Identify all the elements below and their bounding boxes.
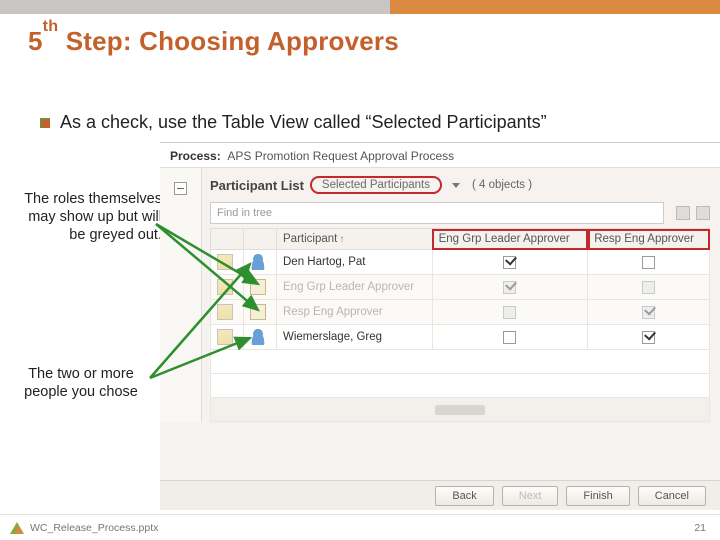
table-row: Den Hartog, Pat <box>211 250 710 275</box>
checkbox[interactable] <box>642 331 655 344</box>
footer-logo: WC_Release_Process.pptx <box>10 522 158 534</box>
participant-name: Den Hartog, Pat <box>277 250 433 275</box>
logo-icon <box>10 522 24 534</box>
filter-icon[interactable] <box>676 206 690 220</box>
checkbox[interactable] <box>503 256 516 269</box>
panel-title: Participant List <box>210 178 304 193</box>
panel-gutter <box>160 168 202 422</box>
person-icon <box>250 254 266 270</box>
footer-filename: WC_Release_Process.pptx <box>30 522 158 534</box>
chevron-down-icon[interactable] <box>452 183 460 188</box>
slide-title: 5th Step: Choosing Approvers <box>28 26 399 57</box>
table-row: Eng Grp Leader Approver <box>211 275 710 300</box>
participant-name: Eng Grp Leader Approver <box>277 275 433 300</box>
role-icon <box>250 279 266 295</box>
table-row: Wiemerslage, Greg <box>211 325 710 350</box>
bullet-line: As a check, use the Table View called “S… <box>40 112 547 133</box>
checkbox <box>642 281 655 294</box>
table-row: Resp Eng Approver <box>211 300 710 325</box>
page-number: 21 <box>694 522 706 534</box>
sort-asc-icon: ↑ <box>339 234 344 245</box>
role-icon <box>250 304 266 320</box>
object-count: ( 4 objects ) <box>472 179 532 191</box>
filter-icon[interactable] <box>696 206 710 220</box>
participant-name: Wiemerslage, Greg <box>277 325 433 350</box>
checkbox <box>503 306 516 319</box>
find-in-tree-input[interactable]: Find in tree <box>210 202 664 224</box>
checkbox[interactable] <box>503 331 516 344</box>
checkbox <box>503 281 516 294</box>
col-resp-eng[interactable]: Resp Eng Approver <box>588 229 710 250</box>
cancel-button[interactable]: Cancel <box>638 486 706 506</box>
table-row <box>211 374 710 398</box>
view-selector[interactable]: Selected Participants <box>310 176 442 194</box>
participant-name: Resp Eng Approver <box>277 300 433 325</box>
collapse-toggle-icon[interactable] <box>174 182 187 195</box>
row-type-icon <box>217 304 233 320</box>
table-row <box>211 350 710 374</box>
app-screenshot: Process: APS Promotion Request Approval … <box>160 142 720 480</box>
slide-footer: WC_Release_Process.pptx 21 <box>0 514 720 540</box>
horizontal-scrollbar <box>211 398 710 422</box>
row-type-icon <box>217 329 233 345</box>
checkbox <box>642 306 655 319</box>
wizard-buttons: Back Next Finish Cancel <box>160 480 720 510</box>
col-participant[interactable]: Participant↑ <box>277 229 433 250</box>
row-type-icon <box>217 279 233 295</box>
checkbox[interactable] <box>642 256 655 269</box>
annotation-roles-greyed: The roles themselves may show up but wil… <box>10 190 170 244</box>
annotation-people-chosen: The two or more people you chose <box>6 365 164 401</box>
person-icon <box>250 329 266 345</box>
next-button[interactable]: Next <box>502 486 559 506</box>
toolbar-icons <box>676 206 710 220</box>
back-button[interactable]: Back <box>435 486 493 506</box>
bullet-icon <box>40 118 50 128</box>
process-header: Process: APS Promotion Request Approval … <box>160 143 720 168</box>
participants-table: Participant↑ Eng Grp Leader Approver Res… <box>210 228 710 422</box>
slide-top-accent <box>0 0 720 14</box>
col-eng-grp-leader[interactable]: Eng Grp Leader Approver <box>432 229 588 250</box>
row-type-icon <box>217 254 233 270</box>
finish-button[interactable]: Finish <box>566 486 629 506</box>
